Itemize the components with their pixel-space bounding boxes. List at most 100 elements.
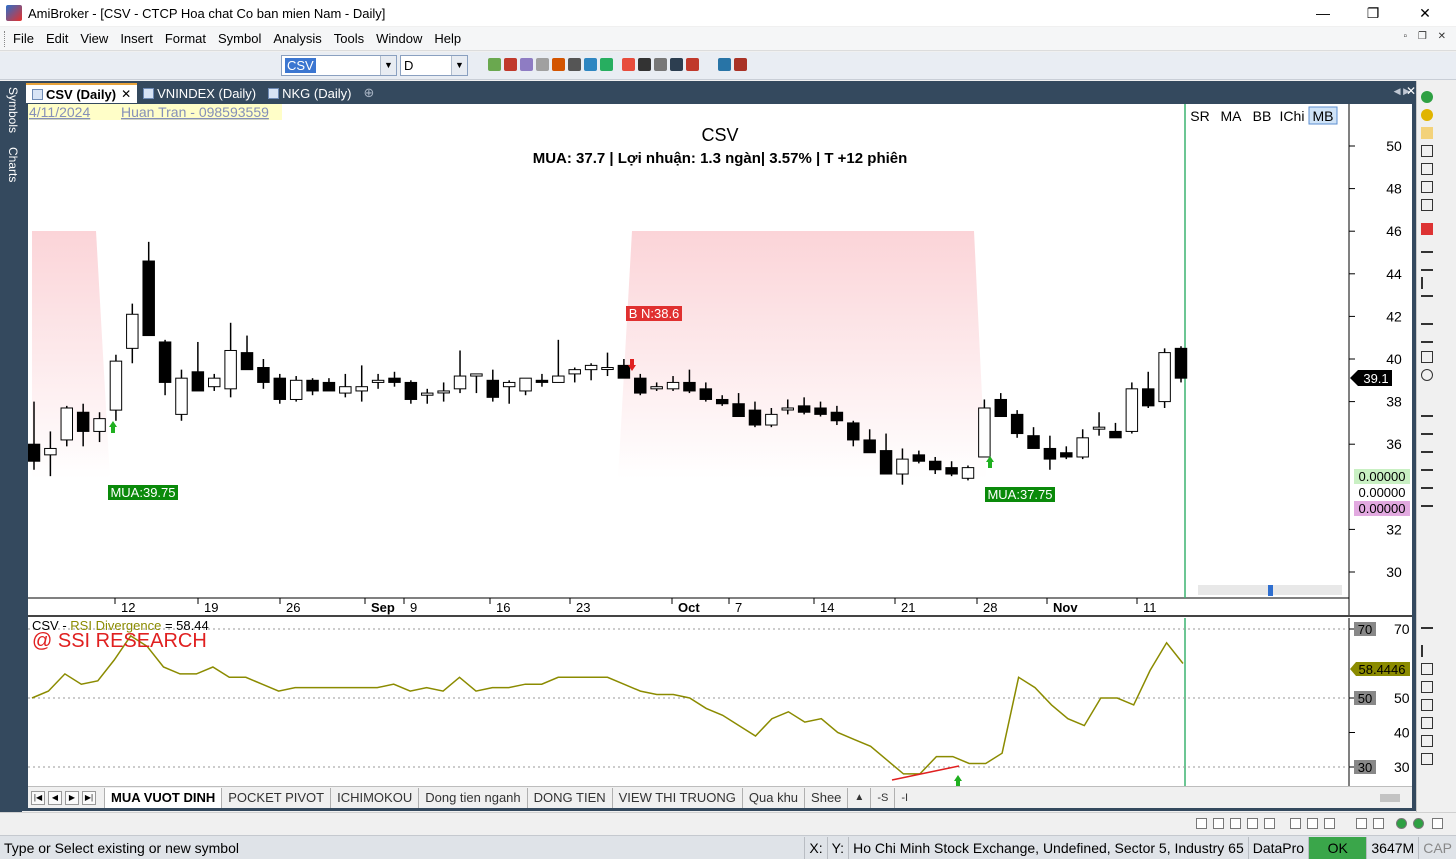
open-file-icon[interactable]	[1213, 818, 1224, 829]
sheet-extra-i[interactable]: -I	[894, 787, 914, 808]
close-window-icon[interactable]: ✕	[1406, 84, 1416, 98]
fib-icon[interactable]	[1421, 331, 1433, 343]
tool-icon-3[interactable]	[520, 58, 533, 71]
play-icon[interactable]	[1396, 818, 1407, 829]
clipboard-icon[interactable]	[1324, 818, 1335, 829]
zoom-scrollbar-thumb[interactable]	[1268, 585, 1273, 596]
tool-icon-6[interactable]	[568, 58, 581, 71]
dots-icon[interactable]	[654, 58, 667, 71]
mdi-window-controls[interactable]: ▫ ❐ ✕	[1404, 31, 1450, 42]
menu-window[interactable]: Window	[370, 31, 428, 46]
minimize-button[interactable]: —	[1300, 0, 1346, 26]
pencil-icon[interactable]	[638, 58, 651, 71]
smile-icon[interactable]	[1421, 109, 1433, 121]
print-icon[interactable]	[1264, 818, 1275, 829]
sheet-dong-tien-nganh[interactable]: Dong tien nganh	[418, 787, 526, 808]
chart-canvas[interactable]: 4/11/2024 Huan Tran - 098593559 CSV MUA:…	[27, 104, 1412, 788]
help-icon[interactable]	[1421, 199, 1433, 211]
sheet-sheet-truncated[interactable]: Shee	[804, 787, 847, 808]
new-file-icon[interactable]	[1196, 818, 1207, 829]
sheet-lock-icon[interactable]: ▲	[847, 787, 870, 808]
sheet-pocket-pivot[interactable]: POCKET PIVOT	[221, 787, 330, 808]
interval-dropdown-icon[interactable]: ▼	[451, 56, 467, 75]
last-sheet-icon[interactable]: ▶|	[82, 790, 96, 805]
save-icon[interactable]	[1230, 818, 1241, 829]
tool-icon-5[interactable]	[552, 58, 565, 71]
new-tab-button[interactable]: ⊕	[357, 83, 380, 103]
magnet-icon[interactable]	[686, 58, 699, 71]
sell-icon[interactable]	[734, 58, 747, 71]
bb-button[interactable]: BB	[1253, 108, 1272, 124]
tool-icon-4[interactable]	[536, 58, 549, 71]
cut-icon[interactable]	[1290, 818, 1301, 829]
arrow-tool-icon[interactable]	[670, 58, 683, 71]
gann-icon[interactable]	[1421, 441, 1433, 453]
layout-icon-5[interactable]	[1421, 699, 1433, 711]
cycle-icon[interactable]	[1421, 477, 1433, 489]
tool-icon-7[interactable]	[584, 58, 597, 71]
trendline-icon[interactable]	[1421, 241, 1433, 253]
edit-icon[interactable]	[1421, 145, 1433, 157]
lock-icon[interactable]	[1421, 127, 1433, 139]
sheet-view-thi-truong[interactable]: VIEW THI TRUONG	[611, 787, 742, 808]
vertical-scrollbar[interactable]	[1440, 81, 1456, 831]
channel-icon[interactable]	[1421, 313, 1433, 325]
interval-combo[interactable]: D ▼	[400, 55, 468, 76]
prev-sheet-icon[interactable]: ◀	[48, 790, 62, 805]
sheet-mua-vuot-dinh[interactable]: MUA VUOT DINH	[104, 787, 222, 808]
horizontal-line-icon[interactable]	[1421, 295, 1433, 307]
tab-nkg-daily[interactable]: NKG (Daily)	[262, 83, 357, 103]
pause-icon[interactable]	[1432, 818, 1443, 829]
layout-icon-3[interactable]	[1421, 663, 1433, 675]
tool-icon-2[interactable]	[504, 58, 517, 71]
symbol-dropdown-icon[interactable]: ▼	[380, 56, 396, 75]
select-cursor-icon[interactable]	[1421, 223, 1433, 235]
buy-icon[interactable]	[718, 58, 731, 71]
symbol-input[interactable]: CSV	[285, 58, 316, 73]
horizontal-scroll-thumb[interactable]	[1380, 794, 1400, 802]
tool-icon-8[interactable]	[600, 58, 613, 71]
text-tool-icon[interactable]	[1421, 387, 1433, 399]
pen-color-icon[interactable]	[622, 58, 635, 71]
menu-view[interactable]: View	[74, 31, 114, 46]
sr-button[interactable]: SR	[1190, 108, 1209, 124]
symbols-panel-tab[interactable]: Symbols	[2, 87, 20, 133]
rectangle-icon[interactable]	[1421, 351, 1433, 363]
layout-icon-1[interactable]	[1421, 627, 1433, 639]
ma-button[interactable]: MA	[1221, 108, 1243, 124]
chart-window[interactable]: 4/11/2024 Huan Tran - 098593559 CSV MUA:…	[27, 104, 1412, 788]
menu-file[interactable]: File	[7, 31, 40, 46]
layout-icon-4[interactable]	[1421, 681, 1433, 693]
layout-icon-8[interactable]	[1421, 753, 1433, 765]
next-icon[interactable]	[1413, 818, 1424, 829]
menu-insert[interactable]: Insert	[114, 31, 159, 46]
sheet-qua-khu[interactable]: Qua khu	[741, 787, 804, 808]
maximize-button[interactable]: ❐	[1350, 0, 1396, 26]
sheet-ichimokou[interactable]: ICHIMOKOU	[330, 787, 418, 808]
layout-icon-6[interactable]	[1421, 717, 1433, 729]
next-sheet-icon[interactable]: ▶	[65, 790, 79, 805]
sheet-extra-s[interactable]: -S	[870, 787, 894, 808]
tool-icon-1[interactable]	[488, 58, 501, 71]
zigzag-icon[interactable]	[1421, 495, 1433, 507]
redo-icon[interactable]	[1373, 818, 1384, 829]
symbol-combo[interactable]: CSV ▼	[281, 55, 397, 76]
menu-edit[interactable]: Edit	[40, 31, 74, 46]
delete-icon[interactable]	[1421, 163, 1433, 175]
ellipse-icon[interactable]	[1421, 369, 1433, 381]
copy-icon[interactable]	[1247, 818, 1258, 829]
tab-csv-daily[interactable]: CSV (Daily) ✕	[26, 83, 138, 103]
menu-tools[interactable]: Tools	[328, 31, 370, 46]
menu-symbol[interactable]: Symbol	[212, 31, 267, 46]
layout-icon-7[interactable]	[1421, 735, 1433, 747]
refresh-icon[interactable]	[1421, 91, 1433, 103]
pitchfork-icon[interactable]	[1421, 459, 1433, 471]
paste-icon[interactable]	[1307, 818, 1318, 829]
tab-vnindex-daily[interactable]: VNINDEX (Daily)	[137, 83, 262, 103]
sheet-dong-tien[interactable]: DONG TIEN	[526, 787, 612, 808]
close-tab-icon[interactable]: ✕	[121, 87, 131, 101]
ichi-button[interactable]: IChi	[1280, 108, 1305, 124]
add-tab-icon[interactable]: ⊕	[363, 85, 374, 101]
menu-help[interactable]: Help	[428, 31, 467, 46]
menu-format[interactable]: Format	[159, 31, 212, 46]
